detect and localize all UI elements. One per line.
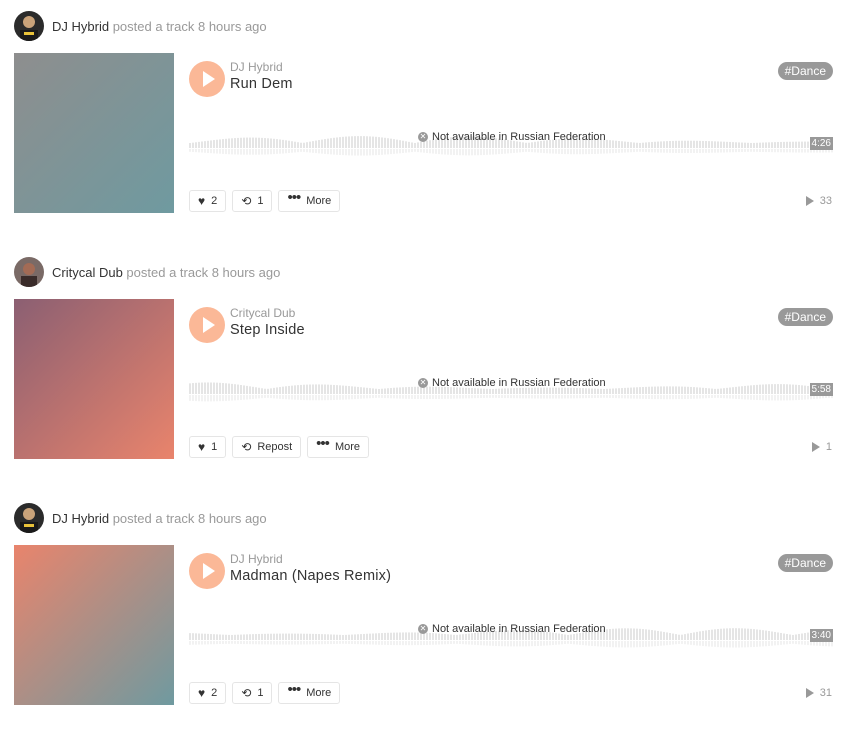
heart-icon: ♥ [198, 194, 206, 208]
more-button[interactable]: ••• More [278, 189, 341, 212]
play-count-value: 33 [819, 195, 832, 207]
like-count: 1 [211, 441, 218, 453]
more-label: More [306, 687, 332, 699]
avatar[interactable] [14, 11, 44, 41]
track-duration: 5:58 [809, 383, 833, 396]
ellipsis-icon: ••• [287, 189, 301, 206]
play-count: 1 [811, 441, 832, 453]
play-button[interactable] [189, 61, 225, 97]
track-duration: 3:40 [809, 629, 833, 642]
stream-item: DJ Hybrid posted a track 8 hours ago DJ … [0, 0, 852, 246]
play-count-value: 31 [819, 687, 832, 699]
post-header-text: DJ Hybrid posted a track 8 hours ago [52, 19, 267, 34]
repost-count: 1 [257, 195, 264, 207]
play-count-icon [805, 688, 814, 698]
repost-button[interactable]: ⟲ 1 [232, 190, 273, 212]
repost-label: Repost [257, 441, 293, 453]
play-button[interactable] [189, 307, 225, 343]
play-count-icon [805, 196, 814, 206]
play-count: 31 [805, 687, 832, 699]
stream-item: DJ Hybrid posted a track 8 hours ago DJ … [0, 492, 852, 738]
post-header: Critycal Dub posted a track 8 hours ago [14, 257, 280, 287]
more-label: More [334, 441, 360, 453]
track-artist[interactable]: DJ Hybrid [230, 60, 283, 74]
track-title[interactable]: Run Dem [230, 76, 293, 92]
track-duration: 4:26 [809, 137, 833, 150]
avatar[interactable] [14, 503, 44, 533]
avatar[interactable] [14, 257, 44, 287]
post-header-text: Critycal Dub posted a track 8 hours ago [52, 265, 280, 280]
availability-text: Not available in Russian Federation [432, 377, 606, 389]
availability-text: Not available in Russian Federation [432, 623, 606, 635]
track-title[interactable]: Madman (Napes Remix) [230, 568, 391, 584]
like-button[interactable]: ♥ 1 [189, 436, 227, 458]
stream-item: Critycal Dub posted a track 8 hours ago … [0, 246, 852, 492]
post-header: DJ Hybrid posted a track 8 hours ago [14, 503, 267, 533]
genre-tag[interactable]: #Dance [777, 62, 833, 80]
like-button[interactable]: ♥ 2 [189, 190, 227, 212]
more-button[interactable]: ••• More [307, 436, 369, 458]
track-artwork[interactable] [14, 545, 174, 705]
more-label: More [306, 195, 332, 207]
poster-name[interactable]: DJ Hybrid [52, 511, 109, 526]
track-artist[interactable]: DJ Hybrid [230, 552, 283, 566]
heart-icon: ♥ [198, 686, 206, 700]
track-artist[interactable]: Critycal Dub [230, 306, 295, 320]
action-bar: ♥ 2 ⟲ 1 ••• More [189, 189, 341, 212]
blocked-icon: ✕ [418, 132, 428, 142]
play-button[interactable] [189, 553, 225, 589]
genre-tag[interactable]: #Dance [777, 554, 833, 572]
repost-count: 1 [257, 687, 264, 699]
like-count: 2 [211, 195, 218, 207]
poster-name[interactable]: Critycal Dub [52, 265, 123, 280]
track-title[interactable]: Step Inside [230, 322, 305, 338]
availability-notice: ✕ Not available in Russian Federation [418, 623, 606, 635]
post-header: DJ Hybrid posted a track 8 hours ago [14, 11, 267, 41]
ellipsis-icon: ••• [316, 435, 330, 452]
genre-tag[interactable]: #Dance [777, 308, 833, 326]
poster-name[interactable]: DJ Hybrid [52, 19, 109, 34]
ellipsis-icon: ••• [287, 681, 301, 698]
repost-icon: ⟲ [241, 686, 252, 700]
post-action: posted a track 8 hours ago [112, 510, 267, 526]
availability-notice: ✕ Not available in Russian Federation [418, 131, 606, 143]
repost-button[interactable]: ⟲ Repost [232, 436, 302, 458]
blocked-icon: ✕ [418, 378, 428, 388]
availability-notice: ✕ Not available in Russian Federation [418, 377, 606, 389]
play-count: 33 [805, 195, 832, 207]
post-header-text: DJ Hybrid posted a track 8 hours ago [52, 511, 267, 526]
action-bar: ♥ 2 ⟲ 1 ••• More [189, 681, 341, 704]
like-count: 2 [211, 687, 218, 699]
track-artwork[interactable] [14, 299, 174, 459]
post-action: posted a track 8 hours ago [112, 18, 267, 34]
play-count-value: 1 [825, 441, 832, 453]
more-button[interactable]: ••• More [278, 681, 341, 704]
availability-text: Not available in Russian Federation [432, 131, 606, 143]
blocked-icon: ✕ [418, 624, 428, 634]
repost-icon: ⟲ [241, 440, 252, 454]
action-bar: ♥ 1 ⟲ Repost ••• More [189, 436, 369, 458]
repost-button[interactable]: ⟲ 1 [232, 682, 273, 704]
track-artwork[interactable] [14, 53, 174, 213]
repost-icon: ⟲ [241, 194, 252, 208]
like-button[interactable]: ♥ 2 [189, 682, 227, 704]
post-action: posted a track 8 hours ago [126, 264, 281, 280]
play-count-icon [811, 442, 820, 452]
heart-icon: ♥ [198, 440, 206, 454]
